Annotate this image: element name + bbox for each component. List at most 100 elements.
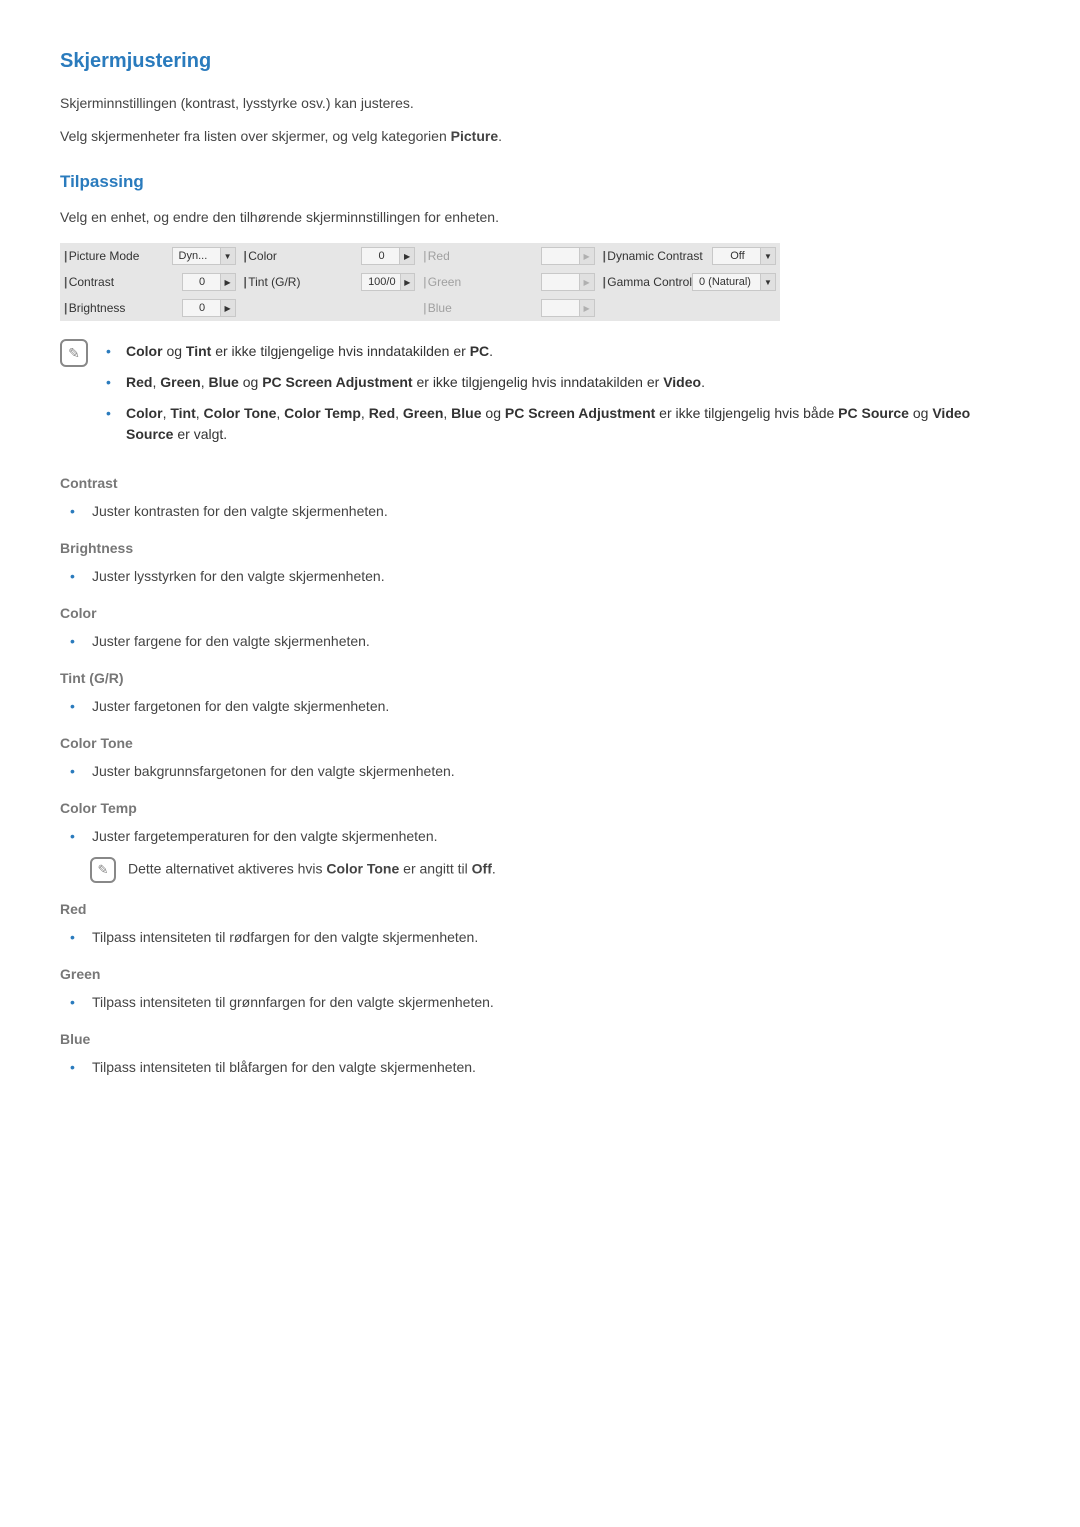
note-bold: Off bbox=[472, 861, 492, 877]
value-tint: 100/0 bbox=[368, 276, 400, 288]
intro-text-2-pre: Velg skjermenheter fra listen over skjer… bbox=[60, 128, 451, 144]
arrow-right-icon: ▶ bbox=[399, 248, 414, 264]
note-bold: Green bbox=[160, 374, 200, 390]
settings-panel: Picture Mode Dyn... ▼ Contrast 0 ▶ Brigh… bbox=[60, 243, 780, 321]
desc-brightness: Juster lysstyrken for den valgte skjerme… bbox=[70, 566, 1020, 587]
heading-red: Red bbox=[60, 901, 1020, 917]
field-picture-mode[interactable]: Picture Mode Dyn... ▼ bbox=[60, 243, 240, 269]
field-color[interactable]: Color 0 ▶ bbox=[240, 243, 420, 269]
select-dynamic-contrast[interactable]: Off ▼ bbox=[712, 247, 776, 265]
arrow-right-icon: ▶ bbox=[579, 274, 594, 290]
label-blue: Blue bbox=[423, 301, 541, 315]
note-text: og bbox=[482, 405, 505, 421]
group-red: Red Tilpass intensiteten til rødfargen f… bbox=[60, 901, 1020, 948]
arrow-right-icon: ▶ bbox=[579, 300, 594, 316]
intro-text-1: Skjerminnstillingen (kontrast, lysstyrke… bbox=[60, 93, 1020, 114]
heading-green: Green bbox=[60, 966, 1020, 982]
spinner-tint[interactable]: 100/0 ▶ bbox=[361, 273, 415, 291]
sub-note-color-temp: ✎Dette alternativet aktiveres hvis Color… bbox=[90, 857, 1020, 883]
note-bold: Green bbox=[403, 405, 443, 421]
select-gamma-control[interactable]: 0 (Natural) ▼ bbox=[692, 273, 776, 291]
note-block: ✎ Color og Tint er ikke tilgjengelige hv… bbox=[60, 341, 1020, 455]
arrow-right-icon: ▶ bbox=[220, 274, 235, 290]
note-bold: Video bbox=[663, 374, 701, 390]
intro-text-2-bold: Picture bbox=[451, 128, 498, 144]
group-blue: Blue Tilpass intensiteten til blåfargen … bbox=[60, 1031, 1020, 1078]
group-contrast: Contrast Juster kontrasten for den valgt… bbox=[60, 475, 1020, 522]
label-tint: Tint (G/R) bbox=[244, 275, 362, 289]
desc-contrast: Juster kontrasten for den valgte skjerme… bbox=[70, 501, 1020, 522]
note-bold: PC Screen Adjustment bbox=[262, 374, 412, 390]
note-item-3: Color, Tint, Color Tone, Color Temp, Red… bbox=[106, 403, 1020, 445]
note-bold: PC bbox=[470, 343, 489, 359]
note-text: er ikke tilgjengelig hvis inndatakilden … bbox=[413, 374, 664, 390]
note-text: Dette alternativet aktiveres hvis bbox=[128, 861, 326, 877]
spinner-contrast[interactable]: 0 ▶ bbox=[182, 273, 236, 291]
note-text: er ikke tilgjengelige hvis inndatakilden… bbox=[211, 343, 469, 359]
intro-text-2: Velg skjermenheter fra listen over skjer… bbox=[60, 126, 1020, 147]
spinner-color[interactable]: 0 ▶ bbox=[361, 247, 415, 265]
spinner-blue: ▶ bbox=[541, 299, 595, 317]
chevron-down-icon: ▼ bbox=[220, 248, 235, 264]
field-tint[interactable]: Tint (G/R) 100/0 ▶ bbox=[240, 269, 420, 295]
arrow-right-icon: ▶ bbox=[400, 274, 414, 290]
field-gamma-control[interactable]: Gamma Control 0 (Natural) ▼ bbox=[599, 269, 780, 295]
note-text: . bbox=[489, 343, 493, 359]
group-green: Green Tilpass intensiteten til grønnfarg… bbox=[60, 966, 1020, 1013]
group-color-tone: Color Tone Juster bakgrunnsfargetonen fo… bbox=[60, 735, 1020, 782]
note-text: og bbox=[163, 343, 186, 359]
note-bold: Red bbox=[126, 374, 152, 390]
field-empty-4-3 bbox=[599, 295, 780, 321]
arrow-right-icon: ▶ bbox=[579, 248, 594, 264]
section-tilpassing-title: Tilpassing bbox=[60, 172, 1020, 192]
note-bold: Color bbox=[126, 405, 163, 421]
intro-text-2-post: . bbox=[498, 128, 502, 144]
note-item-2: Red, Green, Blue og PC Screen Adjustment… bbox=[106, 372, 1020, 393]
note-bold: Color Tone bbox=[326, 861, 399, 877]
desc-green: Tilpass intensiteten til grønnfargen for… bbox=[70, 992, 1020, 1013]
spinner-brightness[interactable]: 0 ▶ bbox=[182, 299, 236, 317]
desc-blue: Tilpass intensiteten til blåfargen for d… bbox=[70, 1057, 1020, 1078]
field-dynamic-contrast[interactable]: Dynamic Contrast Off ▼ bbox=[599, 243, 780, 269]
group-brightness: Brightness Juster lysstyrken for den val… bbox=[60, 540, 1020, 587]
value-contrast: 0 bbox=[189, 276, 220, 288]
value-picture-mode: Dyn... bbox=[179, 250, 220, 262]
select-picture-mode[interactable]: Dyn... ▼ bbox=[172, 247, 236, 265]
value-color: 0 bbox=[368, 250, 399, 262]
note-text: er angitt til bbox=[399, 861, 471, 877]
heading-color-tone: Color Tone bbox=[60, 735, 1020, 751]
label-gamma-control: Gamma Control bbox=[603, 275, 692, 289]
note-text: . bbox=[492, 861, 496, 877]
desc-color-tone: Juster bakgrunnsfargetonen for den valgt… bbox=[70, 761, 1020, 782]
note-text: og bbox=[239, 374, 262, 390]
note-text: er ikke tilgjengelig hvis både bbox=[655, 405, 838, 421]
value-gamma-control: 0 (Natural) bbox=[699, 276, 760, 288]
value-dynamic-contrast: Off bbox=[719, 250, 760, 262]
label-dynamic-contrast: Dynamic Contrast bbox=[603, 249, 712, 263]
group-color: Color Juster fargene for den valgte skje… bbox=[60, 605, 1020, 652]
note-text: er valgt. bbox=[173, 426, 227, 442]
group-tint: Tint (G/R) Juster fargetonen for den val… bbox=[60, 670, 1020, 717]
note-text: , bbox=[196, 405, 204, 421]
note-bold: Color Temp bbox=[284, 405, 361, 421]
field-red: Red ▶ bbox=[419, 243, 599, 269]
spinner-green: ▶ bbox=[541, 273, 595, 291]
field-contrast[interactable]: Contrast 0 ▶ bbox=[60, 269, 240, 295]
chevron-down-icon: ▼ bbox=[760, 274, 775, 290]
label-red: Red bbox=[423, 249, 541, 263]
desc-red: Tilpass intensiteten til rødfargen for d… bbox=[70, 927, 1020, 948]
value-brightness: 0 bbox=[189, 302, 220, 314]
desc-color: Juster fargene for den valgte skjermenhe… bbox=[70, 631, 1020, 652]
pencil-icon: ✎ bbox=[60, 339, 88, 367]
field-brightness[interactable]: Brightness 0 ▶ bbox=[60, 295, 240, 321]
note-bold: Red bbox=[369, 405, 395, 421]
heading-brightness: Brightness bbox=[60, 540, 1020, 556]
label-color: Color bbox=[244, 249, 362, 263]
note-bold: PC Source bbox=[838, 405, 909, 421]
note-bold: Blue bbox=[451, 405, 481, 421]
heading-color: Color bbox=[60, 605, 1020, 621]
label-picture-mode: Picture Mode bbox=[64, 249, 172, 263]
page-title: Skjermjustering bbox=[60, 50, 1020, 73]
heading-color-temp: Color Temp bbox=[60, 800, 1020, 816]
arrow-right-icon: ▶ bbox=[220, 300, 235, 316]
